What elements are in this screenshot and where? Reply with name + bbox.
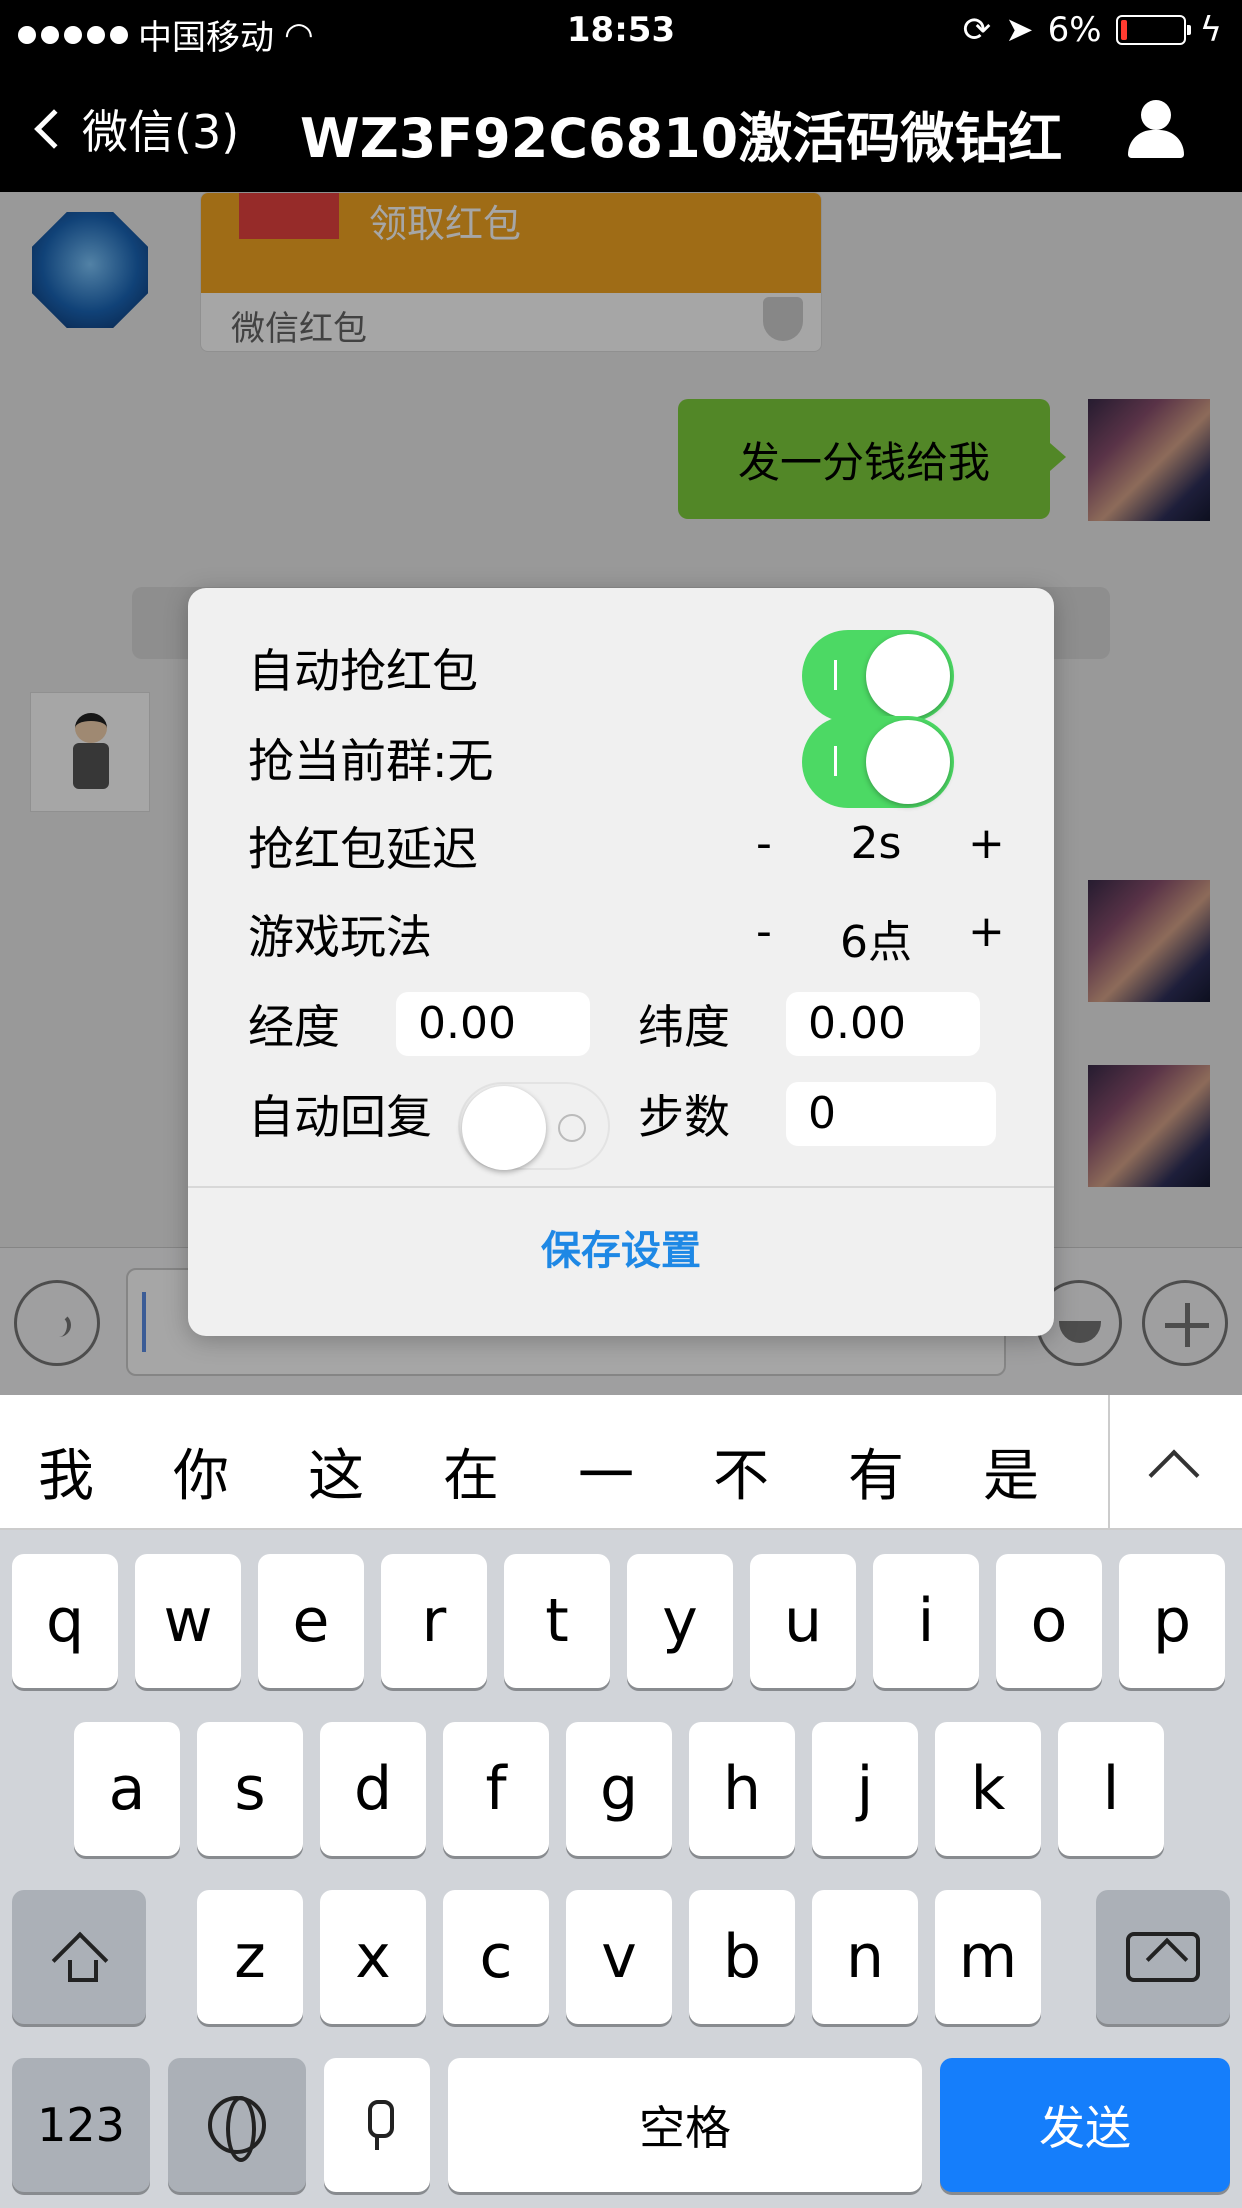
- key-v[interactable]: v: [566, 1890, 672, 2024]
- numbers-key[interactable]: 123: [12, 2058, 150, 2192]
- key-f[interactable]: f: [443, 1722, 549, 1856]
- key-u[interactable]: u: [750, 1554, 856, 1688]
- key-m[interactable]: m: [935, 1890, 1041, 2024]
- delay-plus-button[interactable]: +: [968, 818, 1005, 869]
- candidate-item[interactable]: 你: [151, 1431, 251, 1512]
- key-r[interactable]: r: [381, 1554, 487, 1688]
- key-n[interactable]: n: [812, 1890, 918, 2024]
- rotation-lock-icon: ⟳: [962, 10, 992, 50]
- candidate-bar: 我 你 这 在 一 不 有 是: [0, 1395, 1242, 1530]
- key-h[interactable]: h: [689, 1722, 795, 1856]
- key-x[interactable]: x: [320, 1890, 426, 2024]
- steps-field[interactable]: 0: [786, 1082, 996, 1146]
- auto-reply-toggle[interactable]: [458, 1082, 610, 1170]
- key-s[interactable]: s: [197, 1722, 303, 1856]
- key-o[interactable]: o: [996, 1554, 1102, 1688]
- key-t[interactable]: t: [504, 1554, 610, 1688]
- chat-title: WZ3F92C6810激活码微钻红: [300, 107, 1063, 170]
- key-e[interactable]: e: [258, 1554, 364, 1688]
- latitude-field[interactable]: 0.00: [786, 992, 980, 1056]
- key-y[interactable]: y: [627, 1554, 733, 1688]
- candidate-item[interactable]: 是: [961, 1431, 1061, 1512]
- longitude-label: 经度: [248, 1000, 340, 1054]
- key-w[interactable]: w: [135, 1554, 241, 1688]
- key-g[interactable]: g: [566, 1722, 672, 1856]
- status-bar: 中国移动 ◠ 18:53 ⟳ ➤ 6% ϟ: [0, 0, 1242, 62]
- candidate-item[interactable]: 我: [16, 1431, 116, 1512]
- candidate-item[interactable]: 有: [826, 1431, 926, 1512]
- key-k[interactable]: k: [935, 1722, 1041, 1856]
- location-icon: ➤: [1005, 10, 1034, 50]
- save-settings-button[interactable]: 保存设置: [188, 1218, 1054, 1276]
- key-c[interactable]: c: [443, 1890, 549, 2024]
- globe-key[interactable]: [168, 2058, 306, 2192]
- microphone-icon: [362, 2100, 394, 2150]
- key-p[interactable]: p: [1119, 1554, 1225, 1688]
- keyboard: q w e r t y u i o p a s d f g h j k l z …: [0, 1530, 1242, 2208]
- grab-group-label: 抢当前群:无: [248, 734, 494, 788]
- charging-icon: ϟ: [1199, 10, 1222, 50]
- key-l[interactable]: l: [1058, 1722, 1164, 1856]
- game-label: 游戏玩法: [248, 910, 432, 964]
- key-d[interactable]: d: [320, 1722, 426, 1856]
- steps-label: 步数: [638, 1090, 730, 1144]
- key-j[interactable]: j: [812, 1722, 918, 1856]
- delay-label: 抢红包延迟: [248, 822, 478, 876]
- candidate-separator: [1108, 1395, 1110, 1530]
- candidate-item[interactable]: 不: [691, 1431, 791, 1512]
- auto-reply-label: 自动回复: [248, 1090, 432, 1144]
- battery-icon: [1115, 15, 1191, 45]
- shift-key[interactable]: [12, 1890, 146, 2024]
- game-minus-button[interactable]: -: [756, 906, 772, 957]
- settings-dialog: 自动抢红包 抢当前群:无 抢红包延迟 - 2s + 游戏玩法 - 6点 + 经度…: [188, 588, 1054, 1336]
- game-plus-button[interactable]: +: [968, 906, 1005, 957]
- key-z[interactable]: z: [197, 1890, 303, 2024]
- navigation-bar: 微信(3) WZ3F92C6810激活码微钻红: [0, 62, 1242, 192]
- backspace-icon: [1126, 1932, 1200, 1982]
- back-label: 微信(3): [82, 105, 240, 159]
- candidate-item[interactable]: 一: [556, 1431, 656, 1512]
- back-button[interactable]: 微信(3): [34, 96, 240, 162]
- key-q[interactable]: q: [12, 1554, 118, 1688]
- send-key[interactable]: 发送: [940, 2058, 1230, 2192]
- expand-candidates-icon[interactable]: [1148, 1449, 1200, 1501]
- mic-key[interactable]: [324, 2058, 430, 2192]
- game-value: 6点: [840, 917, 912, 968]
- space-key[interactable]: 空格: [448, 2058, 922, 2192]
- auto-grab-label: 自动抢红包: [248, 644, 478, 698]
- globe-icon: [208, 2096, 266, 2162]
- grab-group-toggle[interactable]: [802, 716, 954, 808]
- dialog-divider: [188, 1186, 1054, 1188]
- delay-minus-button[interactable]: -: [756, 818, 772, 869]
- game-stepper: - 6点 +: [756, 906, 1016, 968]
- chat-info-person-icon[interactable]: [1126, 100, 1186, 160]
- key-b[interactable]: b: [689, 1890, 795, 2024]
- shift-icon: [54, 1932, 104, 1982]
- delay-stepper: - 2s +: [756, 818, 1016, 878]
- longitude-field[interactable]: 0.00: [396, 992, 590, 1056]
- delete-key[interactable]: [1096, 1890, 1230, 2024]
- candidate-item[interactable]: 在: [421, 1431, 521, 1512]
- delay-value: 2s: [850, 818, 902, 869]
- key-i[interactable]: i: [873, 1554, 979, 1688]
- candidate-item[interactable]: 这: [286, 1431, 386, 1512]
- auto-grab-toggle[interactable]: [802, 630, 954, 722]
- key-a[interactable]: a: [74, 1722, 180, 1856]
- chevron-left-icon: [34, 109, 74, 149]
- latitude-label: 纬度: [638, 1000, 730, 1054]
- battery-percent: 6%: [1047, 10, 1102, 50]
